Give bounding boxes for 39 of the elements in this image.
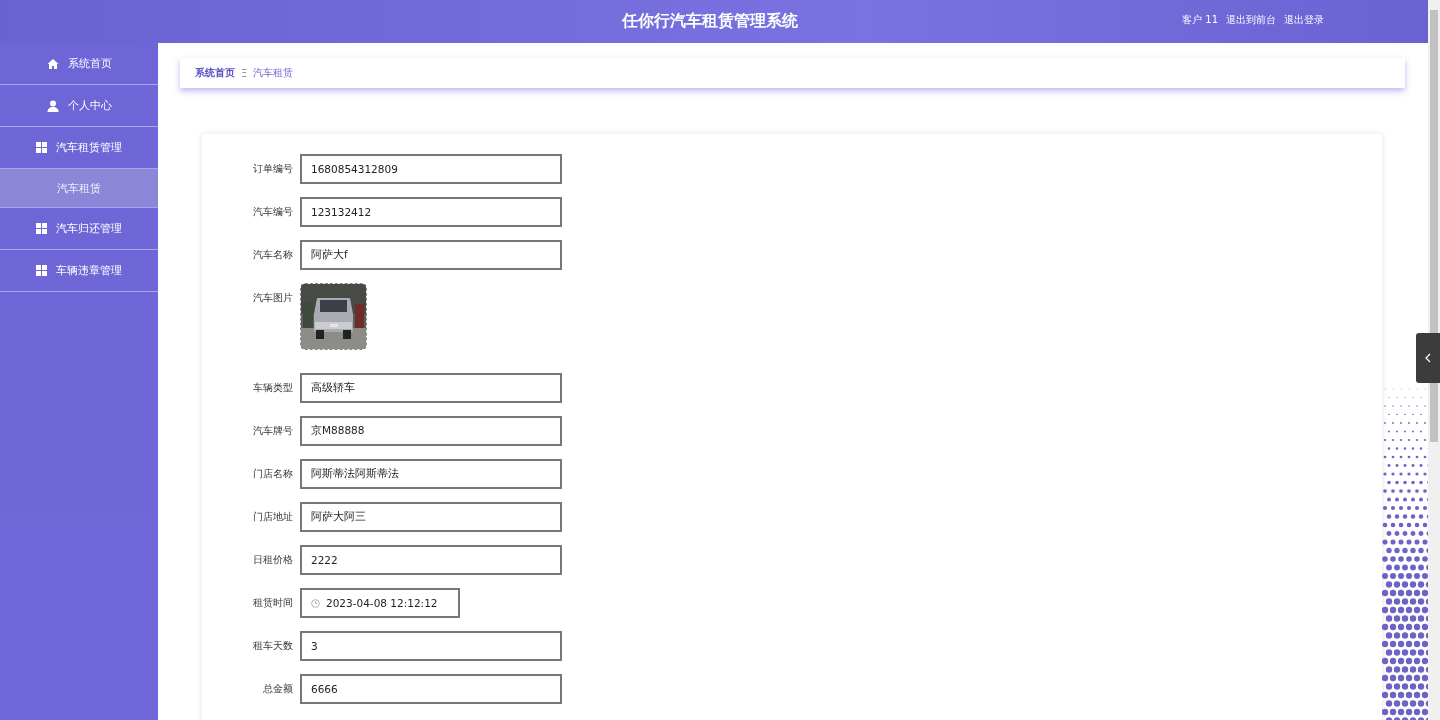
input-field[interactable]: 京M88888 [300,416,562,446]
field-label: 汽车编号 [252,205,294,219]
input-field[interactable]: 6666 [300,674,562,704]
scrollbar[interactable] [1428,0,1440,720]
home-icon [46,57,59,70]
field-label: 总金额 [262,682,294,696]
field-label: 汽车牌号 [252,424,294,438]
input-field[interactable]: 阿萨大f [300,240,562,270]
header-link[interactable]: 退出登录 [1284,13,1324,27]
field-label: 汽车名称 [252,248,294,262]
grid-icon [36,265,47,276]
user-name: 客户 11 [1182,13,1218,27]
field-label: 日租价格 [252,553,294,567]
input-field[interactable]: 123132412 [300,197,562,227]
field-label: 门店地址 [252,510,294,524]
grid-icon [36,223,47,234]
field-label: 汽车图片 [252,291,294,305]
clock-icon [311,598,320,608]
breadcrumb-current: 汽车租赁 [253,66,294,80]
input-field[interactable]: 阿萨大阿三 [300,502,562,532]
chevron-left-icon [1425,353,1431,363]
input-field[interactable]: 3 [300,631,562,661]
input-field[interactable]: 1680854312809 [300,154,562,184]
field-label: 门店名称 [252,467,294,481]
field-label: 租赁时间 [252,596,294,610]
collapse-button[interactable] [1416,333,1440,383]
input-field[interactable]: 阿斯蒂法阿斯蒂法 [300,459,562,489]
separator-icon: Ξ [241,67,248,79]
field-label: 租车天数 [252,639,294,653]
field-label: 车辆类型 [252,381,294,395]
input-field[interactable]: 2222 [300,545,562,575]
app-title: 任你行汽车租赁管理系统 [622,11,798,32]
field-label: 订单编号 [252,162,294,176]
grid-icon [36,142,47,153]
breadcrumb-link[interactable]: 系统首页 [195,66,235,80]
header-link[interactable]: 退出到前台 [1226,13,1276,27]
datetime-field[interactable]: 2023-04-08 12:12:12 [300,588,460,618]
user-icon [46,99,59,112]
input-field[interactable]: 高级轿车 [300,373,562,403]
